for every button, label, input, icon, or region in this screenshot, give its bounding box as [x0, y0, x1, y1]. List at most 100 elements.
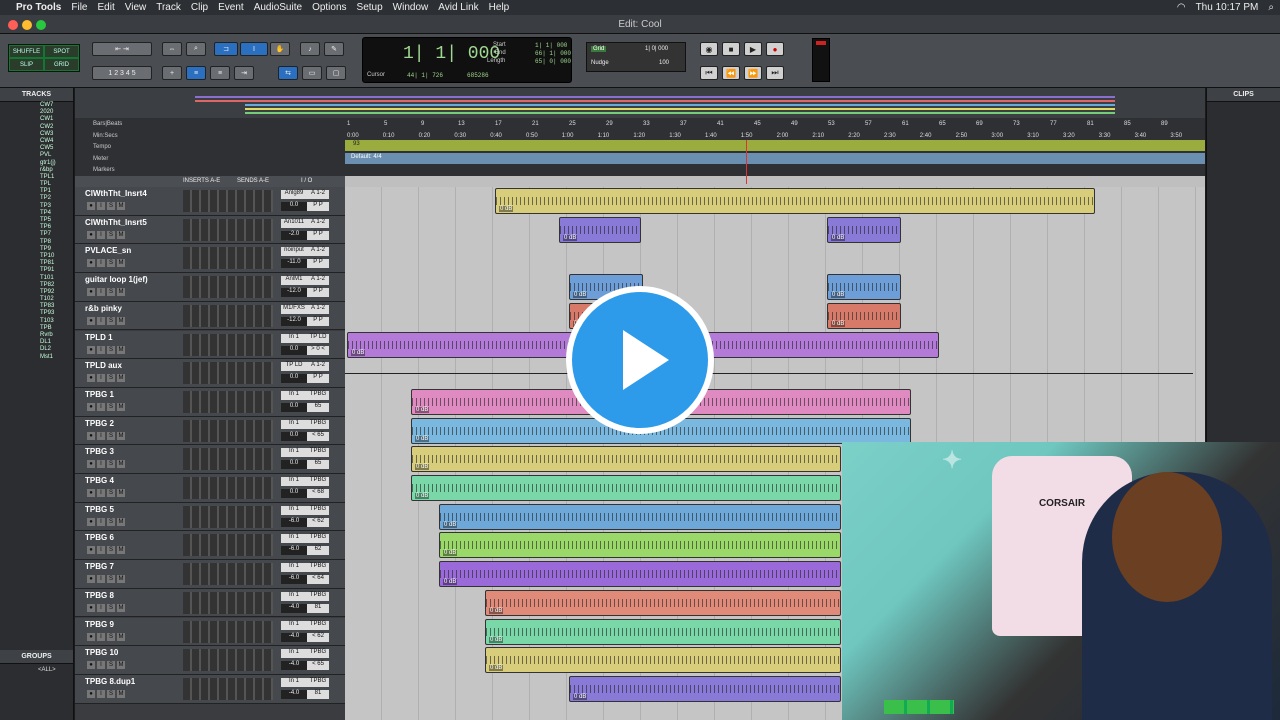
end-value[interactable]: 66| 1| 000: [535, 50, 571, 57]
record-enable-button[interactable]: ●: [87, 230, 95, 239]
track-pan[interactable]: < 62: [307, 632, 329, 642]
insert-send-slots[interactable]: [183, 591, 273, 614]
link-track-icon[interactable]: ≡: [210, 66, 230, 80]
track-header[interactable]: TPBG 1 ● I S M In 1 TPBG 0.0 65: [75, 387, 345, 417]
audio-clip[interactable]: 0 dB: [439, 503, 841, 530]
fast-forward-button[interactable]: ⏩: [744, 66, 762, 80]
nudge-label[interactable]: Nudge: [591, 60, 609, 66]
tracks-list-item[interactable]: TP93: [0, 310, 73, 317]
tracks-list-item[interactable]: CW4: [0, 138, 73, 145]
play-button[interactable]: ▶: [744, 42, 762, 56]
menu-event[interactable]: Event: [218, 2, 244, 13]
track-output[interactable]: TPBG: [307, 534, 329, 544]
audio-clip[interactable]: 0 dB: [485, 647, 841, 674]
track-output[interactable]: A 1-2: [307, 247, 329, 257]
app-menu[interactable]: Pro Tools: [16, 2, 61, 13]
track-output[interactable]: TP LD: [307, 333, 329, 343]
insert-send-slots[interactable]: [183, 218, 273, 241]
menu-track[interactable]: Track: [156, 2, 181, 13]
tracks-list-item[interactable]: gtr1(j): [0, 160, 73, 167]
audio-clip[interactable]: 0 dB: [485, 589, 841, 616]
track-header[interactable]: TPBG 8.dup1 ● I S M In 1 TPBG -4.0 81: [75, 674, 345, 704]
track-header[interactable]: ClWthTht_Insrt4 ● I S M Anlg89 A 1-2 0.0 P P: [75, 187, 345, 216]
track-name[interactable]: TPLD 1: [85, 333, 113, 342]
menu-file[interactable]: File: [71, 2, 87, 13]
track-input[interactable]: TP LD: [281, 362, 307, 372]
search-icon[interactable]: ⌕: [1268, 2, 1274, 13]
menu-edit[interactable]: Edit: [98, 2, 115, 13]
meter-value[interactable]: Default: 4/4: [351, 154, 382, 160]
track-input[interactable]: An1011: [281, 218, 307, 228]
ruler-meter-label[interactable]: Meter: [93, 156, 108, 162]
mute-button[interactable]: M: [117, 689, 125, 698]
track-name[interactable]: TPBG 8: [85, 591, 114, 600]
track-output[interactable]: TPBG: [307, 563, 329, 573]
record-button[interactable]: ●: [766, 42, 784, 56]
mute-button[interactable]: M: [117, 345, 125, 354]
tracks-list-item[interactable]: TP83: [0, 303, 73, 310]
audio-clip[interactable]: 0 dB: [439, 561, 841, 588]
audio-clip[interactable]: 0 dB: [411, 475, 841, 501]
insert-send-slots[interactable]: [183, 419, 273, 442]
insert-send-slots[interactable]: [183, 534, 273, 557]
insert-send-slots[interactable]: [183, 649, 273, 672]
minimize-window-button[interactable]: [22, 20, 32, 30]
solo-button[interactable]: S: [107, 202, 115, 210]
io-header[interactable]: I / O: [301, 178, 312, 184]
track-name[interactable]: TPBG 2: [85, 419, 114, 428]
insert-send-slots[interactable]: [183, 505, 273, 528]
clip-gain-label[interactable]: 0 dB: [831, 234, 846, 241]
tempo-value[interactable]: 93: [353, 141, 360, 147]
track-name[interactable]: TPBG 3: [85, 447, 114, 456]
mute-button[interactable]: M: [117, 575, 125, 584]
tracks-list-item[interactable]: DL1: [0, 339, 73, 346]
tracks-list-item[interactable]: TP8: [0, 239, 73, 246]
tracks-list-item[interactable]: TP3: [0, 203, 73, 210]
universe-overview[interactable]: [75, 88, 1205, 118]
insertion-follows-icon[interactable]: ⇥: [234, 66, 254, 80]
track-header[interactable]: TPBG 7 ● I S M In 1 TPBG -6.0 < 64: [75, 560, 345, 589]
input-monitor-button[interactable]: I: [97, 460, 105, 469]
audio-clip[interactable]: 0 dB: [439, 532, 841, 559]
track-header[interactable]: TPBG 5 ● I S M In 1 TPBG -6.0 < 62: [75, 502, 345, 532]
audio-clip[interactable]: 0 dB: [569, 675, 841, 702]
record-enable-button[interactable]: ●: [87, 288, 95, 297]
mute-button[interactable]: M: [117, 202, 125, 210]
mode-slip[interactable]: SLIP: [9, 58, 44, 71]
track-pan[interactable]: < 68: [307, 489, 329, 498]
track-output[interactable]: A 1-2: [307, 276, 329, 286]
input-monitor-button[interactable]: I: [97, 202, 105, 210]
tracks-list-item[interactable]: 2020: [0, 109, 73, 116]
clip-gain-label[interactable]: 0 dB: [415, 464, 430, 471]
groups-all-item[interactable]: <ALL>: [0, 664, 73, 673]
menu-view[interactable]: View: [125, 2, 147, 13]
input-monitor-button[interactable]: I: [97, 431, 105, 440]
mute-button[interactable]: M: [117, 288, 125, 297]
solo-button[interactable]: S: [107, 431, 115, 440]
track-volume[interactable]: -12.0: [281, 316, 307, 326]
track-header[interactable]: PVLACE_sn ● I S Mnoinput A 1-2 -11.0 P P: [75, 244, 345, 274]
video-play-button[interactable]: [566, 286, 714, 434]
track-header[interactable]: TPLD aux ● I S M TP LD A 1-2 0.0 P P: [75, 359, 345, 388]
track-volume[interactable]: 0.0: [281, 402, 307, 412]
track-output[interactable]: TPBG: [307, 591, 329, 601]
menu-avid-link[interactable]: Avid Link: [438, 2, 478, 13]
track-volume[interactable]: -4.0: [281, 632, 307, 642]
track-volume[interactable]: -6.0: [281, 575, 307, 585]
tracks-list-item[interactable]: TPB: [0, 325, 73, 332]
tracks-list-item[interactable]: TP7: [0, 231, 73, 238]
solo-button[interactable]: S: [107, 345, 115, 354]
track-output[interactable]: TPBG: [307, 448, 329, 458]
track-name[interactable]: guitar loop 1(jef): [85, 275, 148, 284]
tracks-list-item[interactable]: DL2: [0, 346, 73, 353]
track-input[interactable]: In 1: [281, 620, 307, 630]
insert-send-slots[interactable]: [183, 563, 273, 586]
ruler-tempo-label[interactable]: Tempo: [93, 144, 111, 150]
clip-gain-label[interactable]: 0 dB: [489, 636, 504, 643]
track-name[interactable]: ClWthTht_Insrt4: [85, 189, 147, 198]
clip-gain-label[interactable]: 0 dB: [499, 206, 514, 212]
mute-button[interactable]: M: [117, 316, 125, 325]
input-monitor-button[interactable]: I: [97, 374, 105, 383]
track-volume[interactable]: -6.0: [281, 517, 307, 527]
tracks-list-item[interactable]: TP82: [0, 282, 73, 289]
